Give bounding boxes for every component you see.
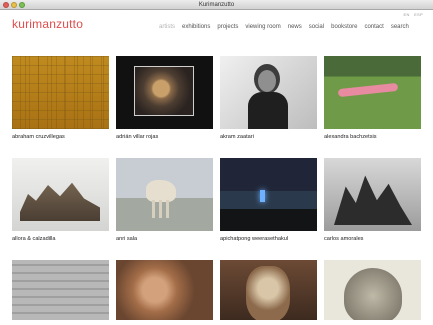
artist-name[interactable]: alexandra bachzetsis <box>324 134 377 140</box>
lang-en-link[interactable]: EN <box>404 12 410 17</box>
artist-thumbnail[interactable] <box>12 158 109 231</box>
artist-name[interactable]: abraham cruzvillegas <box>12 134 65 140</box>
window-titlebar: Kurimanzutto <box>0 0 433 10</box>
nav-projects[interactable]: projects <box>217 24 238 30</box>
site-logo[interactable]: kurimanzutto <box>12 17 83 31</box>
language-switcher: EN ESP <box>401 12 424 17</box>
lang-es-link[interactable]: ESP <box>414 12 423 17</box>
main-nav: artists exhibitions projects viewing roo… <box>159 24 409 30</box>
artist-thumbnail[interactable] <box>220 158 317 231</box>
artist-card[interactable] <box>116 260 213 320</box>
artist-name[interactable]: akram zaatari <box>220 134 254 140</box>
artist-thumbnail[interactable] <box>116 158 213 231</box>
artist-name[interactable]: adrián villar rojas <box>116 134 158 140</box>
artist-card[interactable]: alexandra bachzetsis <box>324 56 421 140</box>
artist-name[interactable]: apichatpong weerasethakul <box>220 236 288 242</box>
artist-card[interactable] <box>220 260 317 320</box>
artist-card[interactable]: anri sala <box>116 158 213 242</box>
nav-social[interactable]: social <box>309 24 324 30</box>
artist-name[interactable]: anri sala <box>116 236 137 242</box>
nav-viewing-room[interactable]: viewing room <box>245 24 280 30</box>
artist-thumbnail[interactable] <box>12 260 109 320</box>
nav-news[interactable]: news <box>288 24 302 30</box>
artist-card[interactable] <box>324 260 421 320</box>
browser-window: Kurimanzutto EN ESP kurimanzutto artists… <box>0 0 433 325</box>
nav-artists[interactable]: artists <box>159 24 175 30</box>
nav-contact[interactable]: contact <box>364 24 383 30</box>
artist-card[interactable] <box>12 260 109 320</box>
artist-thumbnail[interactable] <box>116 260 213 320</box>
artist-name[interactable]: carlos amorales <box>324 236 363 242</box>
artist-name[interactable]: allora & calzadilla <box>12 236 56 242</box>
artist-card[interactable]: akram zaatari <box>220 56 317 140</box>
nav-bookstore[interactable]: bookstore <box>331 24 357 30</box>
artist-card[interactable]: allora & calzadilla <box>12 158 109 242</box>
window-title: Kurimanzutto <box>198 2 235 8</box>
artist-thumbnail[interactable] <box>324 56 421 129</box>
artist-thumbnail[interactable] <box>324 260 421 320</box>
artist-card[interactable]: abraham cruzvillegas <box>12 56 109 140</box>
artist-card[interactable]: apichatpong weerasethakul <box>220 158 317 242</box>
artist-card[interactable]: carlos amorales <box>324 158 421 242</box>
artist-thumbnail[interactable] <box>324 158 421 231</box>
artist-thumbnail[interactable] <box>12 56 109 129</box>
nav-search[interactable]: search <box>391 24 409 30</box>
artist-thumbnail[interactable] <box>220 260 317 320</box>
nav-exhibitions[interactable]: exhibitions <box>182 24 210 30</box>
artist-card[interactable]: adrián villar rojas <box>116 56 213 140</box>
artist-thumbnail[interactable] <box>116 56 213 129</box>
artist-thumbnail[interactable] <box>220 56 317 129</box>
